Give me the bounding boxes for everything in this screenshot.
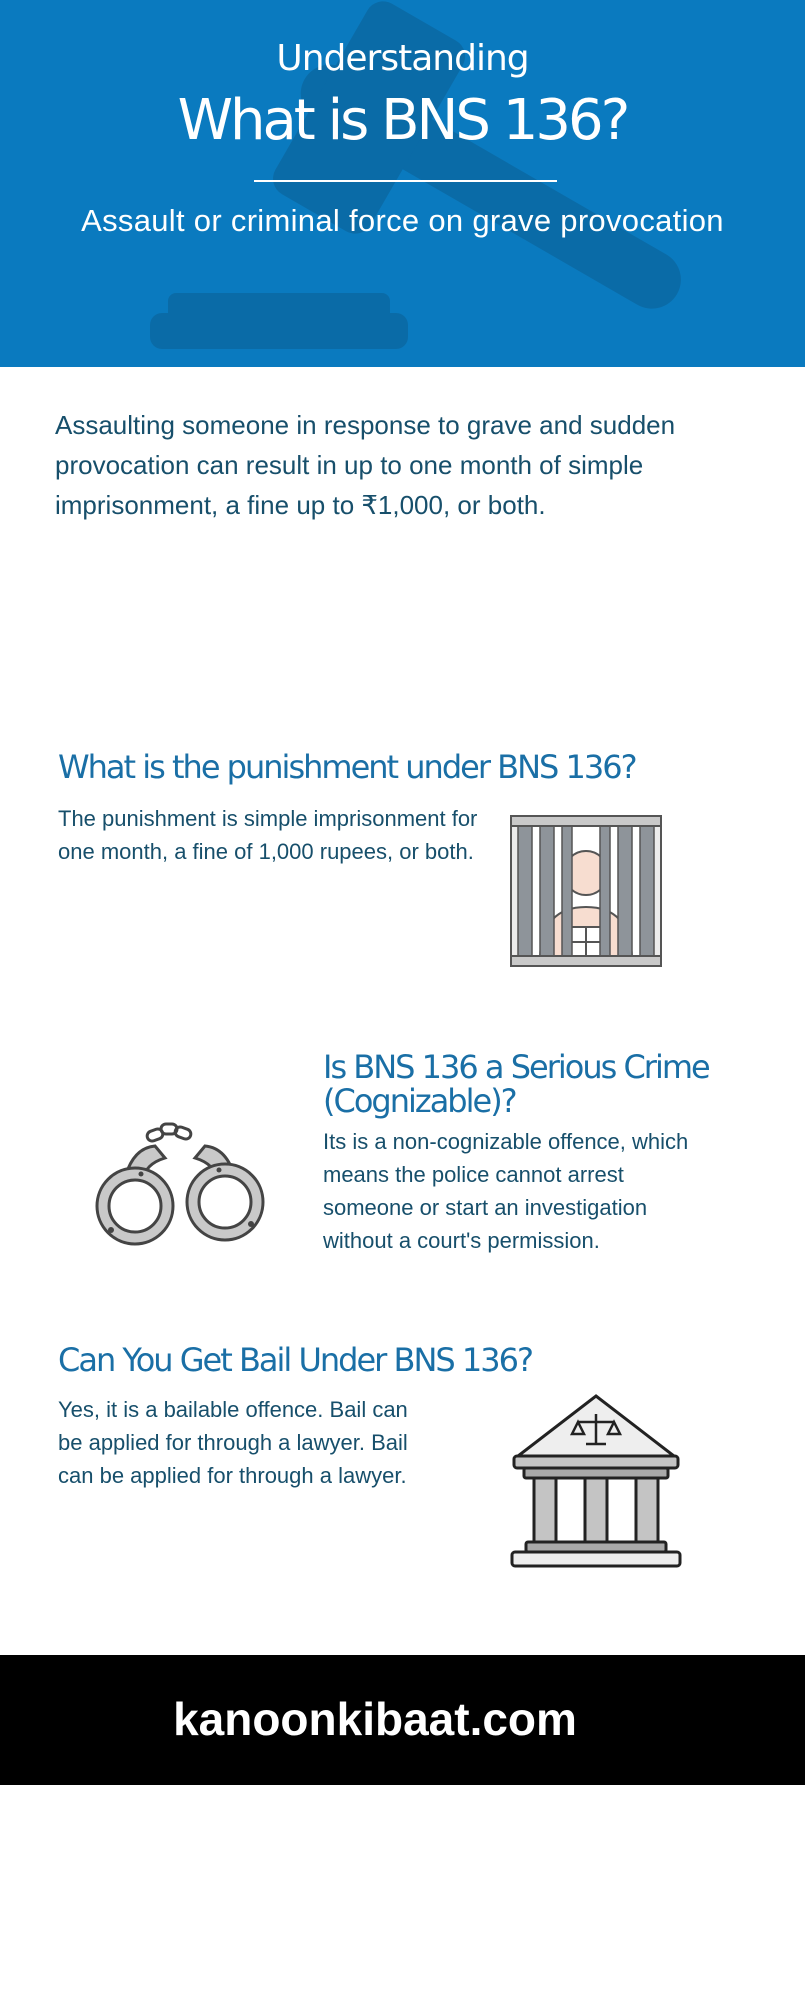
header-kicker: Understanding xyxy=(276,38,529,79)
title-divider xyxy=(254,180,557,182)
bail-heading: Can You Get Bail Under BNS 136? xyxy=(58,1341,534,1379)
page-subtitle: Assault or criminal force on grave provo… xyxy=(81,203,724,238)
cognizable-body: Its is a non-cognizable offence, which m… xyxy=(323,1129,689,1253)
cognizable-heading-line1: Is BNS 136 a Serious Crime xyxy=(323,1048,711,1086)
punishment-body: The punishment is simple imprisonment fo… xyxy=(58,806,478,864)
header-banner: Understanding What is BNS 136? Assault o… xyxy=(0,0,805,367)
intro-paragraph: Assaulting someone in response to grave … xyxy=(55,410,676,520)
punishment-heading: What is the punishment under BNS 136? xyxy=(58,748,638,786)
cognizable-heading-line2: (Cognizable)? xyxy=(323,1082,518,1120)
footer-website: kanoonkibaat.com xyxy=(173,1693,577,1745)
page-title: What is BNS 136? xyxy=(177,88,631,153)
bail-body: Yes, it is a bailable offence. Bail can … xyxy=(58,1397,408,1488)
prisoner-behind-bars-icon xyxy=(510,815,662,967)
footer-banner: kanoonkibaat.com xyxy=(0,1655,805,1785)
courthouse-icon xyxy=(510,1394,682,1568)
cognizable-heading: Is BNS 136 a Serious Crime (Cognizable)? xyxy=(323,1050,783,1118)
handcuffs-icon xyxy=(95,1122,265,1246)
